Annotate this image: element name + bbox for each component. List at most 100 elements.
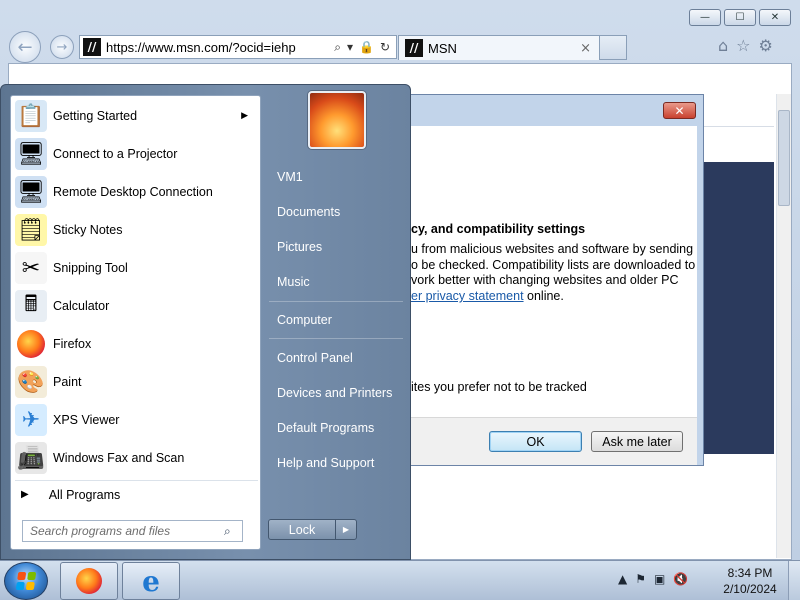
getting-started-icon: 📋 (15, 100, 47, 132)
show-hidden-icons-icon[interactable]: ▲ (618, 572, 627, 586)
minimize-button[interactable]: — (689, 9, 721, 26)
internet-explorer-icon: e (142, 564, 160, 598)
search-input[interactable] (23, 524, 224, 538)
places-divider (269, 338, 403, 339)
taskbar-internet-explorer[interactable]: e (122, 562, 180, 600)
clock-date: 2/10/2024 (723, 582, 777, 596)
places-item-vm1[interactable]: VM1 (266, 162, 408, 192)
address-bar[interactable]: // https://www.msn.com/?ocid=iehp ⌕ ▾ 🔒 … (79, 35, 397, 59)
maximize-button[interactable]: ☐ (724, 9, 756, 26)
lock-button[interactable]: Lock (268, 519, 336, 540)
xps-viewer-icon: ✈ (15, 404, 47, 436)
program-label: Windows Fax and Scan (53, 451, 185, 465)
places-item-control-panel[interactable]: Control Panel (266, 343, 408, 373)
dialog-text-line: o be checked. Compatibility lists are do… (411, 258, 696, 272)
close-tab-icon[interactable]: × (580, 41, 591, 56)
program-label: Remote Desktop Connection (53, 185, 213, 199)
programs-pane: 📋 Getting Started ▶ 🖥 Connect to a Proje… (10, 95, 261, 550)
tracking-text: ites you prefer not to be tracked (411, 380, 587, 394)
firefox-icon (76, 568, 102, 594)
volume-muted-icon[interactable]: 🔇 (673, 572, 688, 586)
shutdown-options-button[interactable]: ▶ (335, 519, 357, 540)
msn-site-icon: // (83, 38, 101, 56)
dialog-close-button[interactable]: ✕ (663, 102, 696, 119)
action-center-flag-icon[interactable]: ⚑ (635, 572, 646, 586)
ie-setup-dialog: ✕ cy, and compatibility settings u from … (406, 94, 704, 466)
forward-button[interactable]: → (50, 35, 74, 59)
lock-icon[interactable]: 🔒 (359, 40, 374, 54)
ok-button[interactable]: OK (489, 431, 582, 452)
dialog-body: cy, and compatibility settings u from ma… (407, 126, 697, 417)
start-button[interactable] (4, 562, 48, 600)
places-item-pictures[interactable]: Pictures (266, 232, 408, 262)
places-item-computer[interactable]: Computer (266, 305, 408, 335)
clock-time: 8:34 PM (727, 566, 773, 580)
program-label: Sticky Notes (53, 223, 123, 237)
places-item-default-programs[interactable]: Default Programs (266, 413, 408, 443)
chevron-right-icon: ▶ (21, 489, 29, 500)
msn-site-icon: // (405, 39, 423, 57)
all-programs-item[interactable]: ▶ All Programs (15, 480, 258, 508)
scissors-icon: ✂ (15, 252, 47, 284)
dialog-footer: OK Ask me later (407, 417, 697, 465)
scrollbar-thumb[interactable] (778, 110, 790, 206)
taskbar: e ▲ ⚑ ▣ 🔇 8:34 PM 2/10/2024 (0, 560, 800, 600)
tab-msn[interactable]: // MSN × (398, 35, 600, 60)
window-controls: — ☐ ✕ (689, 9, 791, 26)
arrow-left-icon: ← (17, 36, 33, 58)
chevron-right-icon: ▶ (342, 525, 350, 534)
submenu-arrow-icon: ▶ (241, 111, 248, 121)
fax-icon: 📠 (15, 442, 47, 474)
program-paint[interactable]: 🎨 Paint (15, 364, 258, 400)
program-sticky-notes[interactable]: 🗒 Sticky Notes (15, 212, 258, 248)
program-connect-projector[interactable]: 🖥 Connect to a Projector (15, 136, 258, 172)
show-desktop-button[interactable] (788, 561, 800, 600)
home-icon[interactable]: ⌂ (718, 36, 728, 55)
search-icon[interactable]: ⌕ (334, 40, 341, 55)
program-snipping-tool[interactable]: ✂ Snipping Tool (15, 250, 258, 286)
user-picture[interactable] (308, 91, 366, 149)
windows-logo-icon (15, 572, 37, 590)
clock[interactable]: 8:34 PM 2/10/2024 (716, 565, 784, 597)
places-item-help-support[interactable]: Help and Support (266, 448, 408, 478)
settings-icon[interactable]: ⚙ (759, 36, 773, 55)
refresh-icon[interactable]: ↻ (380, 40, 390, 54)
dialog-text-line: er privacy statement online. (411, 289, 564, 303)
page-dark-panel (702, 162, 774, 454)
sticky-notes-icon: 🗒 (15, 214, 47, 246)
dialog-heading: cy, and compatibility settings (411, 222, 586, 236)
search-icon[interactable]: ⌕ (224, 524, 242, 539)
program-remote-desktop[interactable]: 🖥 Remote Desktop Connection (15, 174, 258, 210)
arrow-right-icon: → (56, 39, 68, 55)
new-tab-button[interactable] (600, 35, 627, 60)
close-window-button[interactable]: ✕ (759, 9, 791, 26)
program-getting-started[interactable]: 📋 Getting Started ▶ (15, 98, 258, 134)
dialog-text-line: vork better with changing websites and o… (411, 273, 679, 287)
dialog-text-line: u from malicious websites and software b… (411, 242, 694, 256)
all-programs-label: All Programs (48, 487, 121, 502)
dropdown-icon[interactable]: ▾ (347, 40, 353, 54)
network-icon[interactable]: ▣ (654, 572, 665, 586)
search-box[interactable]: ⌕ (22, 520, 243, 542)
program-label: Connect to a Projector (53, 147, 178, 161)
taskbar-firefox[interactable] (60, 562, 118, 600)
program-label: Snipping Tool (53, 261, 128, 275)
page-scrollbar[interactable] (776, 94, 791, 558)
calculator-icon: 🖩 (15, 290, 47, 322)
back-button[interactable]: ← (9, 31, 41, 63)
program-firefox[interactable]: Firefox (15, 326, 258, 362)
places-item-devices-printers[interactable]: Devices and Printers (266, 378, 408, 408)
favorites-icon[interactable]: ☆ (736, 36, 750, 55)
places-item-documents[interactable]: Documents (266, 197, 408, 227)
program-fax-scan[interactable]: 📠 Windows Fax and Scan (15, 440, 258, 476)
remote-desktop-icon: 🖥 (15, 176, 47, 208)
firefox-icon (15, 328, 47, 360)
ask-me-later-button[interactable]: Ask me later (591, 431, 683, 452)
program-xps-viewer[interactable]: ✈ XPS Viewer (15, 402, 258, 438)
privacy-statement-link[interactable]: er privacy statement (411, 289, 524, 303)
places-item-music[interactable]: Music (266, 267, 408, 297)
program-calculator[interactable]: 🖩 Calculator (15, 288, 258, 324)
address-url[interactable]: https://www.msn.com/?ocid=iehp (106, 40, 334, 55)
dialog-text-suffix: online. (523, 289, 564, 303)
program-label: Firefox (53, 337, 92, 351)
